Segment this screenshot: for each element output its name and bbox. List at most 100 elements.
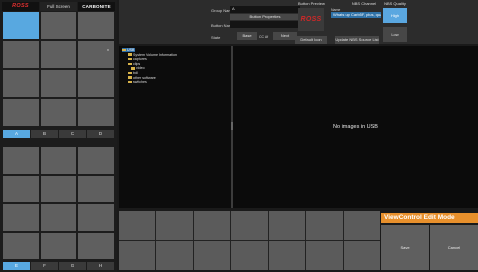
grid-button[interactable] <box>3 12 39 39</box>
page-tab-g[interactable]: G <box>59 262 86 270</box>
button-settings-panel: Group Name A Button Properties Button Na… <box>119 0 478 44</box>
page-tab-f[interactable]: F <box>31 262 58 270</box>
page-tab-e[interactable]: E <box>3 262 30 270</box>
custom-button[interactable] <box>193 241 231 270</box>
carbonite-logo: CARBONITE <box>78 2 115 11</box>
custom-button[interactable] <box>306 241 343 270</box>
button-grid-top <box>3 12 114 126</box>
folder-icon <box>122 48 126 52</box>
grid-button[interactable] <box>78 99 114 126</box>
custom-button[interactable] <box>231 241 268 270</box>
grid-button[interactable] <box>40 99 77 126</box>
tree-item-label: video <box>136 66 145 71</box>
button-preview-title: Button Preview <box>298 1 325 6</box>
grid-button[interactable] <box>40 70 77 97</box>
save-button[interactable]: Save <box>381 225 429 270</box>
button-properties-button[interactable]: Button Properties <box>230 14 300 20</box>
custom-button[interactable] <box>268 211 306 240</box>
custom-button[interactable] <box>231 211 268 240</box>
cc-label: CC Af <box>259 35 269 39</box>
tree-item[interactable]: captures <box>128 57 147 61</box>
left-panel: ROSS Full Screen CARBONITE ABCD EFGH <box>0 0 117 272</box>
grid-button[interactable] <box>78 70 114 97</box>
grid-button[interactable] <box>3 204 39 231</box>
empty-message: No images in USB <box>333 124 378 130</box>
page-tab-c[interactable]: C <box>59 130 86 138</box>
tree-item-label: bdl <box>133 71 138 75</box>
grid-button[interactable] <box>78 147 114 174</box>
tree-item-label: clips <box>133 61 141 66</box>
page-tab-b[interactable]: B <box>31 130 58 138</box>
grid-button[interactable] <box>3 147 39 174</box>
tree-item-label: switches <box>133 80 147 85</box>
close-icon[interactable]: x <box>107 47 109 52</box>
quality-high-button[interactable]: High <box>383 8 407 23</box>
custom-button[interactable] <box>156 241 193 270</box>
next-state-button[interactable]: Next <box>273 32 297 40</box>
folder-icon <box>128 57 132 61</box>
tree-item[interactable]: bdl <box>128 71 138 75</box>
page-tab-a[interactable]: A <box>3 130 30 138</box>
tree-item-label: USB <box>127 48 135 52</box>
cancel-button[interactable]: Cancel <box>430 225 478 270</box>
custom-button[interactable] <box>193 211 231 240</box>
full-screen-button[interactable]: Full Screen <box>40 2 77 11</box>
tree-item[interactable]: other software <box>128 76 156 80</box>
grid-button[interactable] <box>3 70 39 97</box>
state-label: State <box>211 35 221 40</box>
grid-button[interactable] <box>3 41 39 68</box>
folder-icon <box>128 80 132 84</box>
button-grid-bottom <box>3 147 114 259</box>
preview-logo: ROSS <box>300 16 322 23</box>
page-tab-h[interactable]: H <box>87 262 114 270</box>
custom-button[interactable] <box>343 211 380 240</box>
grid-button[interactable] <box>78 12 114 39</box>
tree-item[interactable]: switches <box>128 80 147 84</box>
grid-button[interactable] <box>40 232 77 259</box>
grid-button[interactable] <box>3 175 39 202</box>
grid-button[interactable] <box>40 12 77 39</box>
folder-icon <box>128 71 132 75</box>
custom-button[interactable] <box>343 241 380 270</box>
custom-button[interactable] <box>119 211 156 240</box>
folder-icon <box>128 62 132 66</box>
custom-button[interactable] <box>306 211 343 240</box>
grid-button[interactable] <box>78 204 114 231</box>
grid-button[interactable] <box>78 175 114 202</box>
nbs-quality-title: NBS Quality <box>384 1 406 6</box>
image-preview-pane: No images in USB <box>233 46 478 208</box>
folder-icon <box>128 53 132 56</box>
grid-button[interactable] <box>40 41 77 68</box>
tree-item-label: other software <box>133 75 156 80</box>
tree-item-label: System Volume Information <box>133 52 177 57</box>
button-preview[interactable]: ROSS <box>298 8 324 31</box>
nbs-channel-field[interactable]: Whats up Carb5F, plus, quality, a <box>331 12 381 18</box>
grid-button[interactable] <box>40 204 77 231</box>
button-name-field[interactable] <box>230 21 300 28</box>
group-name-field[interactable]: A <box>230 6 300 13</box>
update-nbs-source-list-button[interactable]: Update NBS Source List <box>335 36 379 44</box>
default-icon-button[interactable]: Default Icon <box>295 36 327 44</box>
folder-icon <box>128 76 132 79</box>
quality-low-button[interactable]: Low <box>383 27 407 42</box>
tree-item[interactable]: video <box>131 66 145 70</box>
page-selector-top: ABCD <box>3 130 114 138</box>
ross-logo: ROSS <box>2 2 39 11</box>
grid-button[interactable] <box>40 175 77 202</box>
custom-button[interactable] <box>268 241 306 270</box>
page-selector-bottom: EFGH <box>3 262 114 270</box>
grid-button[interactable] <box>78 232 114 259</box>
tree-item[interactable]: USB <box>122 48 136 52</box>
grid-button[interactable] <box>40 147 77 174</box>
grid-button[interactable] <box>78 41 114 68</box>
custom-button[interactable] <box>156 211 193 240</box>
custom-button[interactable] <box>119 241 156 270</box>
grid-button[interactable] <box>3 232 39 259</box>
grid-button[interactable] <box>3 99 39 126</box>
tree-item[interactable]: clips <box>128 62 140 66</box>
tree-item[interactable]: System Volume Information <box>128 53 177 57</box>
custom-button-row <box>119 211 380 270</box>
nbs-channel-title: NBS Channel <box>351 1 377 6</box>
page-tab-d[interactable]: D <box>87 130 114 138</box>
base-state-button[interactable]: Base <box>237 32 257 40</box>
